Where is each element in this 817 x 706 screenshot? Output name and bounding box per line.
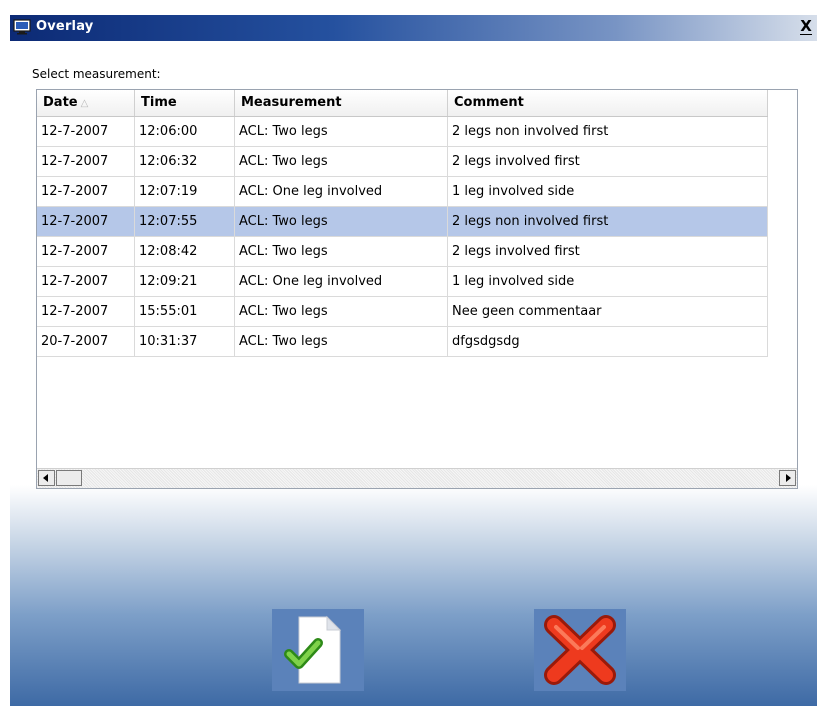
cell-measurement: ACL: Two legs [235,327,448,356]
cell-comment: 1 leg involved side [448,267,768,296]
close-button[interactable]: X [797,17,815,35]
cell-comment: Nee geen commentaar [448,297,768,326]
cell-measurement: ACL: One leg involved [235,177,448,206]
column-header-label: Date [43,95,78,110]
cell-time: 12:07:19 [135,177,235,206]
scrollbar-thumb[interactable] [56,470,82,486]
cell-measurement: ACL: Two legs [235,297,448,326]
ok-button[interactable] [272,609,364,691]
cell-time: 10:31:37 [135,327,235,356]
cell-date: 12-7-2007 [37,207,135,236]
column-header-label: Measurement [241,95,342,110]
select-measurement-label: Select measurement: [32,67,161,81]
cell-time: 12:06:00 [135,117,235,146]
title-bar[interactable]: Overlay X [10,15,817,41]
cell-comment: 1 leg involved side [448,177,768,206]
cell-comment: 2 legs non involved first [448,207,768,236]
scroll-left-icon[interactable] [38,470,55,486]
cell-measurement: ACL: Two legs [235,117,448,146]
cell-date: 12-7-2007 [37,237,135,266]
cell-date: 12-7-2007 [37,267,135,296]
monitor-icon [13,19,31,35]
cell-measurement: ACL: Two legs [235,237,448,266]
column-header-label: Time [141,95,177,110]
cell-comment: 2 legs non involved first [448,117,768,146]
document-check-icon [284,615,342,684]
cell-measurement: ACL: Two legs [235,207,448,236]
cell-time: 15:55:01 [135,297,235,326]
cell-time: 12:07:55 [135,207,235,236]
table-row[interactable]: 20-7-2007 10:31:37 ACL: Two legs dfgsdgsdg [37,327,768,357]
overlay-dialog: Overlay X Select measurement: Date △ Time… [10,15,817,706]
red-x-icon [544,615,616,685]
column-header-time[interactable]: Time [135,90,235,116]
column-header-label: Comment [454,95,524,110]
cell-time: 12:08:42 [135,237,235,266]
table-row[interactable]: 12-7-2007 12:09:21 ACL: One leg involved 1 … [37,267,768,297]
table-header: Date △ Time Measurement Comment [37,90,768,117]
cell-date: 12-7-2007 [37,297,135,326]
column-header-date[interactable]: Date △ [37,90,135,116]
cell-date: 12-7-2007 [37,147,135,176]
cell-date: 20-7-2007 [37,327,135,356]
table-row[interactable]: 12-7-2007 12:08:42 ACL: Two legs 2 legs inv… [37,237,768,267]
cancel-button[interactable] [534,609,626,691]
cell-comment: dfgsdgsdg [448,327,768,356]
cell-date: 12-7-2007 [37,177,135,206]
cell-comment: 2 legs involved first [448,237,768,266]
cell-measurement: ACL: One leg involved [235,267,448,296]
cell-measurement: ACL: Two legs [235,147,448,176]
column-header-measurement[interactable]: Measurement [235,90,448,116]
table-row[interactable]: 12-7-2007 12:07:55 ACL: Two legs 2 legs non… [37,207,768,237]
horizontal-scrollbar[interactable] [37,468,797,488]
scroll-right-icon[interactable] [779,470,796,486]
measurement-table: Date △ Time Measurement Comment 12-7-2007… [36,89,798,489]
cell-time: 12:09:21 [135,267,235,296]
table-row[interactable]: 12-7-2007 12:06:32 ACL: Two legs 2 legs inv… [37,147,768,177]
sort-ascending-icon: △ [80,98,89,109]
column-header-comment[interactable]: Comment [448,90,768,116]
table-row[interactable]: 12-7-2007 12:07:19 ACL: One leg involved 1 … [37,177,768,207]
cell-comment: 2 legs involved first [448,147,768,176]
table-row[interactable]: 12-7-2007 15:55:01 ACL: Two legs Nee geen c… [37,297,768,327]
cell-time: 12:06:32 [135,147,235,176]
table-row[interactable]: 12-7-2007 12:06:00 ACL: Two legs 2 legs non… [37,117,768,147]
window-title: Overlay [36,19,94,34]
cell-date: 12-7-2007 [37,117,135,146]
